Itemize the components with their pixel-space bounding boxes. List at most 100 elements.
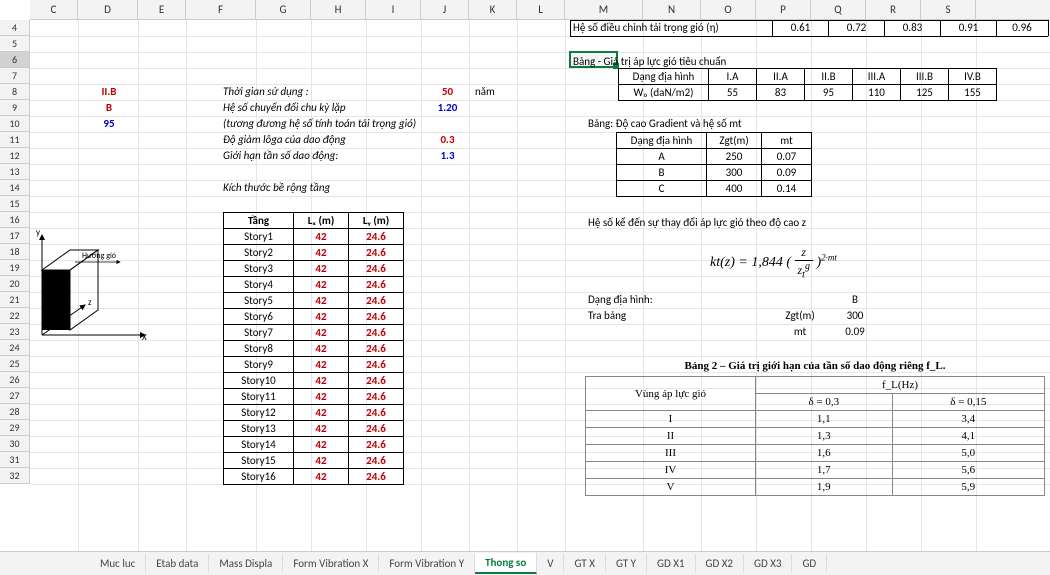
row-headers[interactable]: 4567891011121314151617181920212223242526… bbox=[0, 20, 30, 484]
svg-text:z: z bbox=[88, 297, 92, 308]
row-head-6[interactable]: 6 bbox=[0, 52, 29, 68]
wind-direction-diagram: Hướng gió X y z bbox=[30, 220, 150, 350]
col-head-R[interactable]: R bbox=[866, 0, 921, 19]
row-head-18[interactable]: 18 bbox=[0, 244, 29, 260]
row-head-29[interactable]: 29 bbox=[0, 420, 29, 436]
sheet-tab-gd-x2[interactable]: GD X2 bbox=[696, 554, 744, 573]
row-head-16[interactable]: 16 bbox=[0, 212, 29, 228]
sheet-tab-mass-displa[interactable]: Mass Displa bbox=[209, 554, 283, 573]
row-head-17[interactable]: 17 bbox=[0, 228, 29, 244]
col-head-K[interactable]: K bbox=[469, 0, 517, 19]
v2: 1.20 bbox=[425, 100, 470, 115]
left-95: 95 bbox=[80, 116, 138, 131]
sheet-tab-v[interactable]: V bbox=[537, 554, 564, 573]
table-row: Story164224.6 bbox=[224, 469, 404, 485]
table-row: IV1,75,6 bbox=[586, 462, 1045, 479]
row-head-7[interactable]: 7 bbox=[0, 68, 29, 84]
row-head-25[interactable]: 25 bbox=[0, 356, 29, 372]
col-head-H[interactable]: H bbox=[311, 0, 366, 19]
row-head-14[interactable]: 14 bbox=[0, 180, 29, 196]
lookup-l1: Dạng địa hình: bbox=[585, 292, 656, 307]
row-head-22[interactable]: 22 bbox=[0, 308, 29, 324]
row-head-12[interactable]: 12 bbox=[0, 148, 29, 164]
col-head-C[interactable]: C bbox=[30, 0, 78, 19]
eta-val-4: 0.96 bbox=[997, 20, 1047, 35]
v5: 1.3 bbox=[425, 148, 470, 163]
row-head-5[interactable]: 5 bbox=[0, 36, 29, 52]
row-head-30[interactable]: 30 bbox=[0, 436, 29, 452]
sheet-tab-gd-x1[interactable]: GD X1 bbox=[647, 554, 695, 573]
eta-val-2: 0.83 bbox=[885, 20, 940, 35]
row-head-24[interactable]: 24 bbox=[0, 340, 29, 356]
row-head-11[interactable]: 11 bbox=[0, 132, 29, 148]
u1: năm bbox=[472, 84, 498, 99]
sheet-tab-form-vibration-y[interactable]: Form Vibration Y bbox=[379, 554, 475, 573]
row-head-21[interactable]: 21 bbox=[0, 292, 29, 308]
l3: (tương đương hệ số tính toán tải trọng g… bbox=[220, 116, 419, 131]
spreadsheet-grid[interactable]: Hệ số điều chỉnh tải trọng gió (η) 0.61 … bbox=[30, 20, 1050, 551]
table-row: Story94224.6 bbox=[224, 357, 404, 373]
col-head-N[interactable]: N bbox=[643, 0, 701, 19]
col-head-J[interactable]: J bbox=[421, 0, 469, 19]
row-head-8[interactable]: 8 bbox=[0, 84, 29, 100]
row-head-26[interactable]: 26 bbox=[0, 372, 29, 388]
row-head-10[interactable]: 10 bbox=[0, 116, 29, 132]
row-head-9[interactable]: 9 bbox=[0, 100, 29, 116]
sheet-tab-thong-so[interactable]: Thong so bbox=[475, 553, 537, 574]
l1: Thời gian sử dụng : bbox=[220, 84, 312, 99]
row-head-31[interactable]: 31 bbox=[0, 452, 29, 468]
table-row: Story124224.6 bbox=[224, 405, 404, 421]
row-head-20[interactable]: 20 bbox=[0, 276, 29, 292]
col-head-Q[interactable]: Q bbox=[811, 0, 866, 19]
col-head-I[interactable]: I bbox=[366, 0, 421, 19]
heso: Hệ số kể đến sự thay đổi áp lực gió theo… bbox=[585, 215, 809, 230]
sheet-tab-form-vibration-x[interactable]: Form Vibration X bbox=[283, 554, 379, 573]
row-head-4[interactable]: 4 bbox=[0, 20, 29, 36]
col-head-M[interactable]: M bbox=[565, 0, 643, 19]
sheet-tabs[interactable]: Muc lucEtab dataMass DisplaForm Vibratio… bbox=[0, 551, 1050, 575]
row-head-28[interactable]: 28 bbox=[0, 404, 29, 420]
stories-table: TầngLₓ (m)Lᵧ (m) Story14224.6Story24224.… bbox=[223, 212, 404, 485]
sheet-tab-gd[interactable]: GD bbox=[792, 554, 827, 573]
v4: 0.3 bbox=[425, 132, 470, 147]
svg-text:X: X bbox=[142, 332, 147, 343]
row-head-19[interactable]: 19 bbox=[0, 260, 29, 276]
eta-label: Hệ số điều chỉnh tải trọng gió (η) bbox=[570, 20, 800, 35]
sheet-tab-gd-x3[interactable]: GD X3 bbox=[744, 554, 792, 573]
col-head-L[interactable]: L bbox=[517, 0, 565, 19]
table-row: Story154224.6 bbox=[224, 453, 404, 469]
l4: Độ giảm lôga của dao động bbox=[220, 132, 349, 147]
table-row: Story44224.6 bbox=[224, 277, 404, 293]
sheet-tab-etab-data[interactable]: Etab data bbox=[146, 554, 209, 573]
formula-image: kt(z) = 1,844 ( zztg )2·mt bbox=[710, 245, 837, 280]
sheet-tab-gt-y[interactable]: GT Y bbox=[606, 554, 647, 573]
table-row: Story134224.6 bbox=[224, 421, 404, 437]
sheet-tab-muc-luc[interactable]: Muc luc bbox=[90, 554, 146, 573]
lookup-k2a: Zgt(m) bbox=[775, 308, 825, 323]
table-row: Story14224.6 bbox=[224, 229, 404, 245]
row-head-13[interactable]: 13 bbox=[0, 164, 29, 180]
bang1-table: Dạng địa hìnhI.AII.AII.BIII.AIII.BIV.B W… bbox=[618, 68, 997, 101]
svg-text:y: y bbox=[36, 227, 41, 238]
col-head-S[interactable]: S bbox=[921, 0, 976, 19]
eta-val-0: 0.61 bbox=[773, 20, 828, 35]
column-headers[interactable]: CDEFGHIJKLMNOPQRS bbox=[30, 0, 1050, 20]
lookup-k2b: mt bbox=[775, 324, 825, 339]
table-row: Story74224.6 bbox=[224, 325, 404, 341]
table-row: Story84224.6 bbox=[224, 341, 404, 357]
eta-val-1: 0.72 bbox=[829, 20, 884, 35]
col-head-P[interactable]: P bbox=[756, 0, 811, 19]
row-head-15[interactable]: 15 bbox=[0, 196, 29, 212]
col-head-F[interactable]: F bbox=[186, 0, 256, 19]
row-head-23[interactable]: 23 bbox=[0, 324, 29, 340]
row-head-32[interactable]: 32 bbox=[0, 468, 29, 484]
table-row: Story34224.6 bbox=[224, 261, 404, 277]
col-head-O[interactable]: O bbox=[701, 0, 756, 19]
col-head-G[interactable]: G bbox=[256, 0, 311, 19]
col-head-D[interactable]: D bbox=[78, 0, 138, 19]
sheet-tab-gt-x[interactable]: GT X bbox=[564, 554, 605, 573]
row-head-27[interactable]: 27 bbox=[0, 388, 29, 404]
svg-text:Hướng gió: Hướng gió bbox=[82, 251, 116, 261]
l6: Kích thước bề rộng tầng bbox=[220, 180, 333, 195]
col-head-E[interactable]: E bbox=[138, 0, 186, 19]
